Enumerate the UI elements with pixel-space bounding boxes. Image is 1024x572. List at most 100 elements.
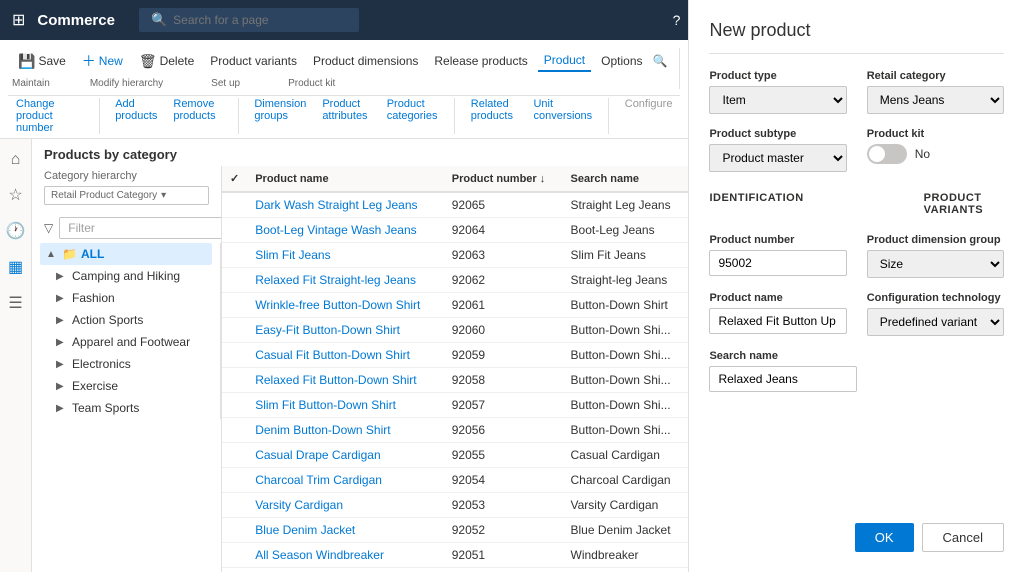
product-name-link[interactable]: Slim Fit Button-Down Shirt	[255, 398, 396, 412]
related-products-link[interactable]: Related products	[471, 98, 518, 134]
product-name-link[interactable]: Casual Fit Button-Down Shirt	[255, 348, 410, 362]
table-row[interactable]: Wrinkle-free Button-Down Shirt92061Butto…	[222, 293, 688, 318]
row-check[interactable]	[222, 493, 247, 518]
row-check[interactable]	[222, 468, 247, 493]
filter-input[interactable]	[59, 217, 222, 239]
tree-item-apparel[interactable]: ▶ Apparel and Footwear	[40, 331, 212, 353]
table-row[interactable]: Quick-Dry Perfomance Jacket92050Quick-Dr…	[222, 568, 688, 572]
row-check[interactable]	[222, 518, 247, 543]
add-products-link[interactable]: Add products	[115, 98, 157, 134]
product-dimension-select[interactable]: Size	[867, 250, 1004, 278]
product-name-link[interactable]: Charcoal Trim Cardigan	[255, 473, 382, 487]
dimension-groups-link[interactable]: Dimension groups	[254, 98, 306, 134]
grid-icon[interactable]: ⊞	[8, 6, 29, 34]
product-name-link[interactable]: Blue Denim Jacket	[255, 523, 355, 537]
options-tab-button[interactable]: Options	[595, 51, 648, 71]
row-check[interactable]	[222, 368, 247, 393]
product-name-cell[interactable]: All Season Windbreaker	[247, 543, 444, 568]
nav-grid-icon[interactable]: ▦	[2, 253, 30, 281]
product-name-cell[interactable]: Wrinkle-free Button-Down Shirt	[247, 293, 444, 318]
table-row[interactable]: Varsity Cardigan92053Varsity Cardigan	[222, 493, 688, 518]
product-name-link[interactable]: Varsity Cardigan	[255, 498, 343, 512]
row-check[interactable]	[222, 393, 247, 418]
product-name-cell[interactable]: Casual Drape Cardigan	[247, 443, 444, 468]
product-name-link[interactable]: Slim Fit Jeans	[255, 248, 330, 262]
unit-conversions-link[interactable]: Unit conversions	[533, 98, 592, 134]
nav-clock-icon[interactable]: 🕐	[2, 217, 30, 245]
delete-button[interactable]: 🗑 Delete	[133, 50, 200, 73]
product-name-cell[interactable]: Quick-Dry Perfomance Jacket	[247, 568, 444, 572]
product-name-input[interactable]	[709, 308, 846, 334]
retail-category-select[interactable]: Mens Jeans	[867, 86, 1004, 114]
category-select[interactable]: Retail Product Category ▾	[44, 186, 209, 205]
nav-star-icon[interactable]: ☆	[2, 181, 30, 209]
product-name-cell[interactable]: Relaxed Fit Button-Down Shirt	[247, 368, 444, 393]
product-name-cell[interactable]: Varsity Cardigan	[247, 493, 444, 518]
change-product-number-link[interactable]: Change product number	[16, 98, 83, 134]
product-name-header[interactable]: Product name	[247, 166, 444, 192]
table-row[interactable]: Dark Wash Straight Leg Jeans92065Straigh…	[222, 192, 688, 218]
product-attributes-link[interactable]: Product attributes	[322, 98, 370, 134]
save-button[interactable]: 💾 Save	[12, 50, 72, 73]
product-name-cell[interactable]: Dark Wash Straight Leg Jeans	[247, 192, 444, 218]
product-name-link[interactable]: All Season Windbreaker	[255, 548, 384, 562]
product-tab-button[interactable]: Product	[538, 50, 591, 72]
help-icon[interactable]: ?	[673, 12, 681, 28]
tree-item-camping[interactable]: ▶ Camping and Hiking	[40, 265, 212, 287]
product-number-input[interactable]	[709, 250, 846, 276]
product-name-cell[interactable]: Blue Denim Jacket	[247, 518, 444, 543]
row-check[interactable]	[222, 318, 247, 343]
ok-button[interactable]: OK	[855, 523, 914, 552]
table-row[interactable]: Slim Fit Jeans92063Slim Fit Jeans	[222, 243, 688, 268]
table-row[interactable]: Casual Fit Button-Down Shirt92059Button-…	[222, 343, 688, 368]
product-name-cell[interactable]: Relaxed Fit Straight-leg Jeans	[247, 268, 444, 293]
search-name-header[interactable]: Search name	[563, 166, 689, 192]
nav-list-icon[interactable]: ☰	[2, 289, 30, 317]
remove-products-link[interactable]: Remove products	[173, 98, 221, 134]
product-name-cell[interactable]: Charcoal Trim Cardigan	[247, 468, 444, 493]
table-row[interactable]: Easy-Fit Button-Down Shirt92060Button-Do…	[222, 318, 688, 343]
configure-link[interactable]: Configure	[625, 98, 673, 134]
product-name-link[interactable]: Denim Button-Down Shirt	[255, 423, 390, 437]
row-check[interactable]	[222, 192, 247, 218]
product-name-cell[interactable]: Slim Fit Jeans	[247, 243, 444, 268]
row-check[interactable]	[222, 568, 247, 572]
tree-item-action-sports[interactable]: ▶ Action Sports	[40, 309, 212, 331]
row-check[interactable]	[222, 243, 247, 268]
table-row[interactable]: Charcoal Trim Cardigan92054Charcoal Card…	[222, 468, 688, 493]
new-button[interactable]: ＋ New	[76, 48, 129, 74]
product-categories-link[interactable]: Product categories	[387, 98, 439, 134]
search-box[interactable]: 🔍	[139, 8, 359, 32]
cancel-button[interactable]: Cancel	[922, 523, 1004, 552]
release-products-button[interactable]: Release products	[428, 51, 533, 71]
search-input[interactable]	[173, 13, 343, 27]
table-row[interactable]: All Season Windbreaker92051Windbreaker	[222, 543, 688, 568]
product-name-link[interactable]: Boot-Leg Vintage Wash Jeans	[255, 223, 416, 237]
row-check[interactable]	[222, 343, 247, 368]
product-dimensions-button[interactable]: Product dimensions	[307, 51, 424, 71]
row-check[interactable]	[222, 543, 247, 568]
product-name-link[interactable]: Easy-Fit Button-Down Shirt	[255, 323, 400, 337]
search-ribbon-icon[interactable]: 🔍	[653, 54, 668, 68]
product-name-link[interactable]: Relaxed Fit Straight-leg Jeans	[255, 273, 416, 287]
product-name-cell[interactable]: Denim Button-Down Shirt	[247, 418, 444, 443]
tree-item-exercise[interactable]: ▶ Exercise	[40, 375, 212, 397]
nav-home-icon[interactable]: ⌂	[2, 147, 30, 173]
product-name-link[interactable]: Dark Wash Straight Leg Jeans	[255, 198, 417, 212]
table-row[interactable]: Boot-Leg Vintage Wash Jeans92064Boot-Leg…	[222, 218, 688, 243]
product-name-link[interactable]: Casual Drape Cardigan	[255, 448, 380, 462]
product-type-select[interactable]: Item	[709, 86, 846, 114]
config-technology-select[interactable]: Predefined variant	[867, 308, 1004, 336]
product-kit-toggle[interactable]	[867, 144, 907, 164]
product-subtype-select[interactable]: Product master	[709, 144, 846, 172]
product-name-link[interactable]: Wrinkle-free Button-Down Shirt	[255, 298, 420, 312]
product-name-cell[interactable]: Casual Fit Button-Down Shirt	[247, 343, 444, 368]
table-row[interactable]: Denim Button-Down Shirt92056Button-Down …	[222, 418, 688, 443]
table-row[interactable]: Relaxed Fit Button-Down Shirt92058Button…	[222, 368, 688, 393]
product-name-cell[interactable]: Boot-Leg Vintage Wash Jeans	[247, 218, 444, 243]
table-row[interactable]: Blue Denim Jacket92052Blue Denim Jacket	[222, 518, 688, 543]
row-check[interactable]	[222, 268, 247, 293]
row-check[interactable]	[222, 418, 247, 443]
row-check[interactable]	[222, 443, 247, 468]
tree-item-electronics[interactable]: ▶ Electronics	[40, 353, 212, 375]
